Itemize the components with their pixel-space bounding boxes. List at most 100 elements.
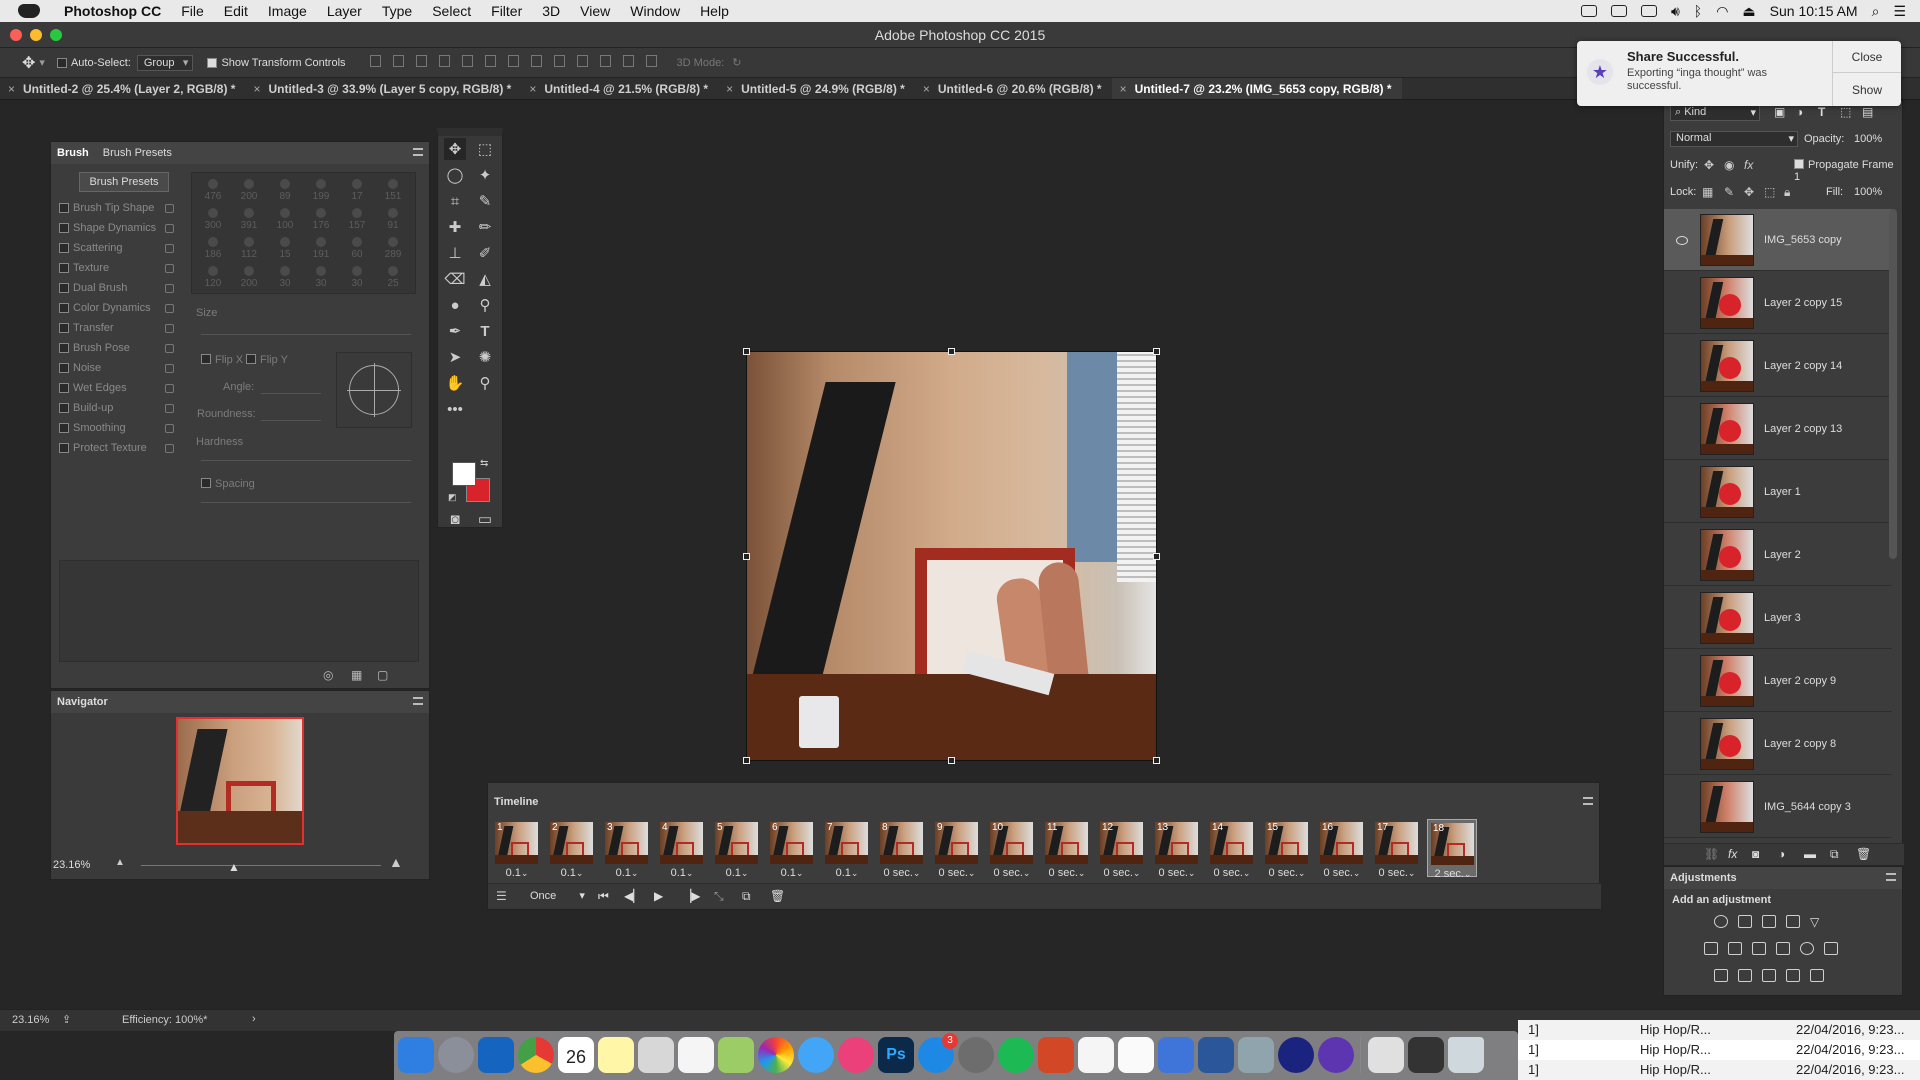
color-lookup-icon[interactable] <box>1824 942 1838 955</box>
transform-handle[interactable] <box>743 348 750 355</box>
propagate-checkbox[interactable]: Propagate Frame 1 <box>1794 159 1902 183</box>
delete-layer-icon[interactable]: 🗑︎ <box>1856 847 1871 861</box>
notes-icon[interactable] <box>598 1037 634 1073</box>
transform-handle[interactable] <box>1153 757 1160 764</box>
layer-style-icon[interactable]: fx <box>1728 847 1737 861</box>
add-mask-icon[interactable]: ◙ <box>1752 847 1759 861</box>
color-balance-icon[interactable] <box>1728 942 1742 955</box>
brush-option-item[interactable]: Noise <box>59 362 174 374</box>
eraser-icon[interactable]: ⌫ <box>444 268 466 290</box>
lock-icon[interactable] <box>165 303 174 313</box>
layer-name[interactable]: Layer 2 copy 8 <box>1764 738 1836 750</box>
layer-name[interactable]: Layer 2 copy 13 <box>1764 423 1842 435</box>
lock-icon[interactable] <box>165 383 174 393</box>
distribute-vcenter-icon[interactable] <box>530 55 542 67</box>
menu-file[interactable]: File <box>171 3 214 19</box>
auto-select-dropdown[interactable]: Group <box>136 54 194 71</box>
adjustments-title[interactable]: Adjustments <box>1670 872 1737 884</box>
layer-row[interactable]: Layer 1 <box>1664 461 1892 523</box>
brush-tip-preset[interactable]: 112 <box>234 237 264 260</box>
move-tool-icon[interactable]: ✥ <box>22 53 35 73</box>
brush-tip-preset[interactable]: 191 <box>306 237 336 260</box>
frame-delay[interactable]: 0 sec.⌄ <box>877 867 927 879</box>
quicktime-icon[interactable] <box>1278 1037 1314 1073</box>
frame-delay[interactable]: 0 sec.⌄ <box>1152 867 1202 879</box>
eject-icon[interactable]: ⏏︎ <box>1742 3 1755 20</box>
downloads-folder-icon[interactable] <box>1368 1037 1404 1073</box>
lock-icon[interactable] <box>165 243 174 253</box>
flip-x-checkbox[interactable]: Flip X <box>201 354 243 366</box>
brush-option-checkbox[interactable] <box>59 203 69 213</box>
levels-icon[interactable] <box>1738 915 1752 928</box>
lock-all-icon[interactable]: 🔒︎ <box>1784 185 1790 200</box>
photoshop-icon[interactable]: Ps <box>878 1037 914 1073</box>
filter-type-icon[interactable]: T <box>1818 105 1825 119</box>
visibility-eye-icon[interactable] <box>1674 235 1690 245</box>
zoom-out-icon[interactable]: ▲ <box>115 857 125 868</box>
visibility-eye-icon[interactable] <box>1674 487 1690 497</box>
list-item[interactable]: 1] Hip Hop/R... 22/04/2016, 9:23... <box>1518 1020 1920 1040</box>
timeline-frame[interactable]: 1 0.1⌄ <box>492 819 542 879</box>
timeline-frame[interactable]: 18 2 sec.⌄ <box>1427 819 1477 880</box>
roundness-input[interactable] <box>261 420 321 421</box>
lock-icon[interactable] <box>165 263 174 273</box>
angle-input[interactable] <box>261 393 321 394</box>
layer-row[interactable]: Layer 2 copy 9 <box>1664 650 1892 712</box>
brush-option-item[interactable]: Scattering <box>59 242 174 254</box>
chrome-icon[interactable] <box>518 1037 554 1073</box>
menu-image[interactable]: Image <box>258 3 317 19</box>
brush-option-checkbox[interactable] <box>59 423 69 433</box>
timeline-frame[interactable]: 11 0 sec.⌄ <box>1042 819 1092 879</box>
notification-show-button[interactable]: Show <box>1833 74 1901 106</box>
lock-icon[interactable] <box>165 223 174 233</box>
delete-frame-icon[interactable]: 🗑︎ <box>770 889 785 903</box>
new-layer-icon[interactable]: ⧉ <box>1830 847 1839 862</box>
channel-mixer-icon[interactable] <box>1800 942 1814 955</box>
cloud-icon[interactable] <box>1580 5 1597 17</box>
lock-icon[interactable] <box>165 423 174 433</box>
transform-handle[interactable] <box>948 348 955 355</box>
brush-tip-preset[interactable]: 199 <box>306 179 336 202</box>
brush-tip-preset[interactable]: 91 <box>378 208 408 231</box>
brush-tip-preset[interactable]: 289 <box>378 237 408 260</box>
brightness-contrast-icon[interactable] <box>1714 915 1728 928</box>
transform-handle[interactable] <box>743 757 750 764</box>
maps-icon[interactable] <box>718 1037 754 1073</box>
lock-icon[interactable] <box>165 363 174 373</box>
lock-artboard-icon[interactable]: ⬚ <box>1764 185 1775 199</box>
finder-icon[interactable] <box>398 1037 434 1073</box>
timeline-frame[interactable]: 2 0.1⌄ <box>547 819 597 879</box>
invert-icon[interactable] <box>1714 969 1728 982</box>
brush-option-checkbox[interactable] <box>59 383 69 393</box>
loop-dropdown[interactable]: Once ▾ <box>530 889 585 902</box>
layer-name[interactable]: Layer 2 <box>1764 549 1801 561</box>
unify-position-icon[interactable]: ✥ <box>1704 158 1714 172</box>
status-menu-icon[interactable]: › <box>252 1013 256 1025</box>
layer-row[interactable]: Layer 2 <box>1664 524 1892 586</box>
close-window-button[interactable] <box>10 29 22 41</box>
minimize-window-button[interactable] <box>30 29 42 41</box>
type-tool-icon[interactable]: T <box>474 320 496 342</box>
screen-mode-icon[interactable]: ▭ <box>474 508 496 530</box>
frame-delay[interactable]: 0.1⌄ <box>602 867 652 879</box>
system-preferences-icon[interactable] <box>958 1037 994 1073</box>
navigator-zoom-value[interactable]: 23.16% <box>53 859 90 871</box>
launchpad-icon[interactable] <box>438 1037 474 1073</box>
layer-row[interactable]: Layer 2 copy 15 <box>1664 272 1892 334</box>
list-item[interactable]: 1] Hip Hop/R... 22/04/2016, 9:23... <box>1518 1060 1920 1080</box>
lock-icon[interactable] <box>165 403 174 413</box>
next-frame-icon[interactable]: ▕▶ <box>682 889 700 903</box>
tab-brush-presets[interactable]: Brush Presets <box>103 147 172 159</box>
align-bottom-icon[interactable] <box>415 55 427 67</box>
size-slider[interactable] <box>201 334 411 335</box>
pen-tool-icon[interactable]: ✒ <box>444 320 466 342</box>
lock-icon[interactable] <box>165 343 174 353</box>
visibility-eye-icon[interactable] <box>1674 298 1690 308</box>
play-icon[interactable]: ▶ <box>654 889 663 903</box>
3d-rotate-icon[interactable]: ↻ <box>732 56 741 69</box>
brush-option-checkbox[interactable] <box>59 403 69 413</box>
close-tab-icon[interactable]: × <box>529 82 536 96</box>
default-colors-icon[interactable]: ◩ <box>448 492 457 503</box>
menu-filter[interactable]: Filter <box>481 3 532 19</box>
pivot-point[interactable] <box>952 558 953 559</box>
